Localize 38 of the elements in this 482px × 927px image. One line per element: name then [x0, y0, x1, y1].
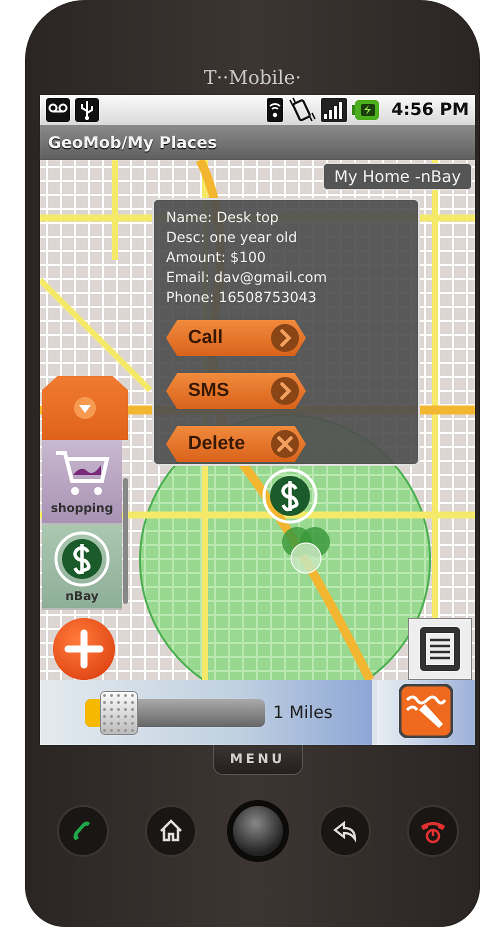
chevron-right-icon [270, 376, 300, 406]
list-icon [420, 627, 460, 671]
dollar-marker-icon[interactable] [262, 468, 318, 524]
signal-icon [321, 98, 348, 122]
battery-icon [352, 99, 380, 121]
place-detail-text: Amount: $100 [166, 249, 267, 268]
place-detail-text: Desc: one year old [166, 229, 298, 248]
action-button[interactable]: Call [166, 320, 306, 356]
category-item[interactable]: shopping [42, 440, 122, 525]
home-icon [158, 818, 184, 844]
place-detail-text: Name: Desk top [166, 209, 280, 228]
plus-icon [64, 629, 104, 669]
list-button[interactable] [408, 618, 472, 680]
usb-icon [75, 98, 99, 122]
action-button[interactable]: SMS [166, 373, 306, 409]
trackball[interactable] [232, 806, 282, 856]
category-item[interactable]: nBay [42, 525, 122, 610]
wifi-icon [267, 98, 284, 122]
slider-thumb[interactable] [100, 690, 138, 734]
location-label: My Home -nBay [323, 163, 472, 190]
menu-key[interactable]: MENU [212, 745, 302, 775]
dollar-badge-icon [54, 530, 110, 586]
voicemail-icon [46, 98, 70, 122]
place-detail-text: Phone: 16508753043 [166, 289, 318, 308]
chevron-right-icon [270, 323, 300, 353]
radius-slider[interactable] [85, 690, 265, 734]
status-time: 4:56 PM [391, 100, 469, 120]
vibrate-icon [288, 97, 316, 123]
back-arrow-icon [332, 818, 358, 844]
carrier-logo: T··Mobile· [204, 67, 302, 89]
close-icon [270, 429, 300, 459]
radius-reading: 1 Miles [273, 702, 333, 722]
drawer-handle[interactable] [42, 376, 128, 440]
delete-button[interactable]: Delete [166, 426, 306, 462]
app-title: GeoMob/My Places [48, 133, 217, 152]
pen-on-wave-icon [399, 684, 453, 738]
end-call-key[interactable] [406, 805, 458, 857]
place-detail-text: Email: dav@gmail.com [166, 269, 328, 288]
